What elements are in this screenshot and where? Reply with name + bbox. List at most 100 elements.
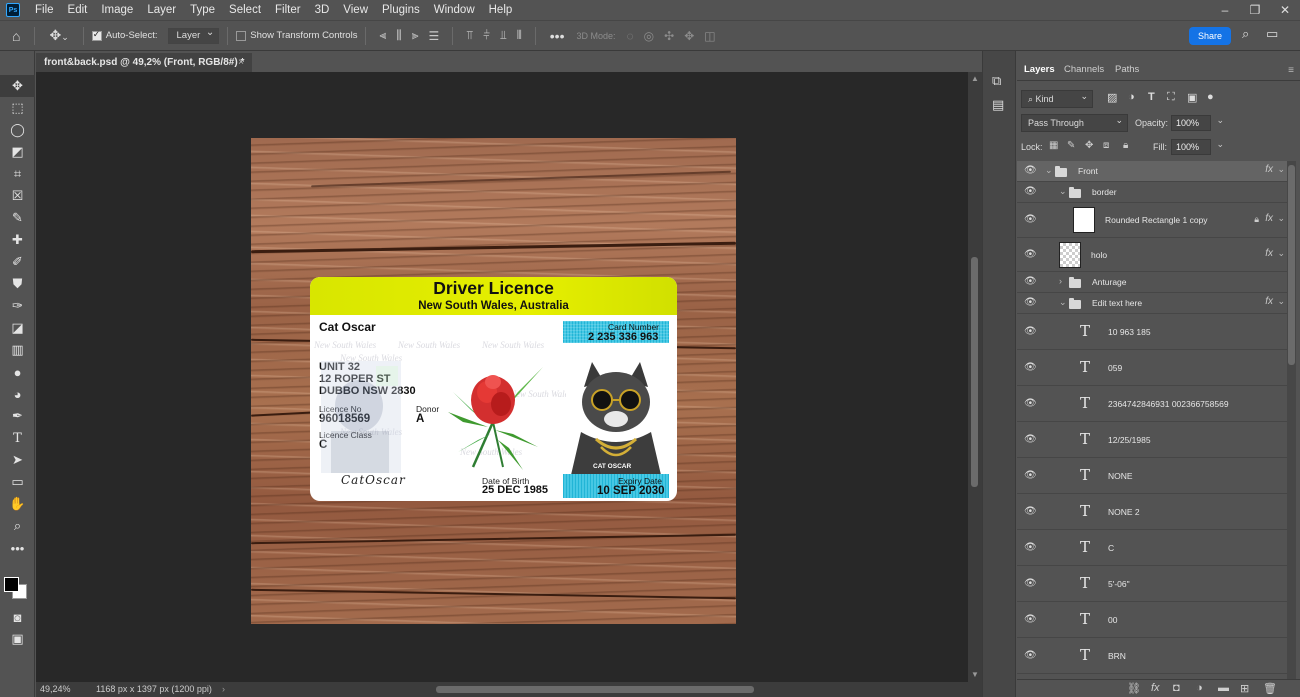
brush-tool-icon[interactable]: ✐ (0, 251, 35, 273)
foreground-color-swatch[interactable] (4, 577, 19, 592)
add-mask-icon[interactable]: ◘ (1173, 682, 1180, 694)
text-layer[interactable]: 👁︎ T 12/25/1985 (1017, 422, 1287, 458)
tab-layers[interactable]: Layers (1024, 59, 1055, 81)
pen-tool-icon[interactable]: ✒ (0, 405, 35, 427)
vertical-scrollbar[interactable]: ▲ ▼ (968, 72, 982, 682)
lock-transparent-icon[interactable]: ▦ (1049, 140, 1058, 151)
visibility-eye-icon[interactable]: 👁︎ (1024, 214, 1037, 225)
layer-edit-text-here[interactable]: 👁︎ ⌄ Edit text here fx ⌄ (1017, 293, 1287, 314)
eyedropper-tool-icon[interactable]: ✎ (0, 207, 35, 229)
layer-rounded-rectangle[interactable]: 👁︎ Rounded Rectangle 1 copy 🔒︎ fx ⌄ (1017, 203, 1287, 238)
move-tool-icon[interactable]: ✥ (0, 75, 35, 97)
adjustment-filter-icon[interactable]: ◑ (1128, 91, 1135, 103)
link-layers-icon[interactable]: ⛓ (1127, 682, 1141, 695)
fx-icon[interactable]: fx (1265, 164, 1273, 175)
healing-brush-tool-icon[interactable]: ✚ (0, 229, 35, 251)
filter-toggle-icon[interactable]: ● (1207, 91, 1214, 103)
lock-position-icon[interactable]: ✥ (1085, 140, 1093, 151)
restore-button[interactable]: ❐ (1240, 0, 1270, 20)
layer-front[interactable]: 👁︎ ⌄ Front fx ⌄ (1017, 161, 1287, 182)
menu-image[interactable]: Image (94, 0, 140, 20)
visibility-eye-icon[interactable]: 👁︎ (1024, 165, 1037, 176)
pan-3d-icon[interactable]: ✣ (664, 29, 674, 43)
workspace-icon[interactable]: ▭ (1266, 26, 1278, 42)
slide-3d-icon[interactable]: ✥ (684, 29, 694, 43)
chevron-down-icon[interactable]: ⌄ (1277, 248, 1285, 259)
lock-all-icon[interactable]: 🔒︎ (1123, 140, 1128, 151)
visibility-eye-icon[interactable]: 👁︎ (1024, 578, 1037, 589)
lock-artboard-icon[interactable]: ⧈ (1103, 140, 1109, 151)
home-icon[interactable]: ⌂ (12, 28, 20, 44)
fx-icon[interactable]: fx (1265, 213, 1273, 224)
shape-filter-icon[interactable]: ⛶ (1167, 91, 1175, 104)
menu-plugins[interactable]: Plugins (375, 0, 427, 20)
history-panel-icon[interactable]: ⧉ (992, 73, 1001, 89)
visibility-eye-icon[interactable]: 👁︎ (1024, 434, 1037, 445)
comments-panel-icon[interactable]: ▤ (992, 97, 1004, 113)
smart-object-filter-icon[interactable]: ▣ (1187, 91, 1197, 104)
new-group-icon[interactable]: ▬ (1218, 682, 1229, 694)
auto-select-target-dropdown[interactable]: Layer (167, 26, 220, 44)
text-layer[interactable]: 👁︎ T NONE 2 (1017, 494, 1287, 530)
layer-holo[interactable]: 👁︎ holo fx ⌄ (1017, 238, 1287, 272)
align-top-icon[interactable]: ⫪ (466, 28, 473, 43)
chevron-down-icon[interactable]: ⌄ (1277, 296, 1285, 307)
vertical-scroll-thumb[interactable] (971, 257, 978, 487)
horizontal-scrollbar[interactable] (236, 682, 982, 697)
chevron-down-icon[interactable]: ⌄ (1045, 165, 1053, 176)
distribute-icon[interactable]: ☰ (429, 29, 440, 43)
crop-tool-icon[interactable]: ⌗ (0, 163, 35, 185)
close-tab-icon[interactable]: × (238, 53, 244, 72)
text-layer[interactable]: 👁︎ T 10 963 185 (1017, 314, 1287, 350)
layers-scrollbar[interactable] (1287, 161, 1296, 681)
menu-type[interactable]: Type (183, 0, 222, 20)
visibility-eye-icon[interactable]: 👁︎ (1024, 326, 1037, 337)
align-right-icon[interactable]: ⫸ (412, 28, 419, 43)
document-tab[interactable]: front&back.psd @ 49,2% (Front, RGB/8#) *… (36, 53, 252, 72)
hand-tool-icon[interactable]: ✋ (0, 493, 35, 515)
dodge-tool-icon[interactable]: ◕ (0, 383, 35, 405)
screen-mode-icon[interactable]: ▣ (0, 628, 35, 650)
visibility-eye-icon[interactable]: 👁︎ (1024, 614, 1037, 625)
zoom-tool-icon[interactable]: ⌕ (0, 515, 35, 537)
menu-3d[interactable]: 3D (308, 0, 337, 20)
visibility-eye-icon[interactable]: 👁︎ (1024, 398, 1037, 409)
chevron-right-icon[interactable]: › (1059, 276, 1062, 286)
menu-layer[interactable]: Layer (140, 0, 183, 20)
frame-tool-icon[interactable]: ☒ (0, 185, 35, 207)
align-bottom-icon[interactable]: ⫫ (500, 28, 507, 43)
kind-filter-dropdown[interactable]: ⌕ Kind (1021, 88, 1093, 108)
panel-menu-icon[interactable]: ≡ (1288, 65, 1294, 76)
visibility-eye-icon[interactable]: 👁︎ (1024, 276, 1037, 287)
type-tool-icon[interactable]: T (0, 427, 35, 449)
new-layer-icon[interactable]: ⊞ (1240, 682, 1249, 695)
visibility-eye-icon[interactable]: 👁︎ (1024, 506, 1037, 517)
visibility-eye-icon[interactable]: 👁︎ (1024, 362, 1037, 373)
text-layer[interactable]: 👁︎ T BRN (1017, 638, 1287, 674)
blend-mode-dropdown[interactable]: Pass Through (1021, 112, 1128, 132)
object-select-tool-icon[interactable]: ◩ (0, 141, 35, 163)
horizontal-scroll-thumb[interactable] (436, 686, 754, 693)
align-hcenter-icon[interactable]: ⫼ (396, 28, 402, 43)
lock-image-icon[interactable]: ✎ (1067, 140, 1075, 151)
distribute-vertical-icon[interactable]: ⫴ (517, 28, 522, 43)
quick-mask-icon[interactable]: ◙ (0, 606, 35, 628)
menu-file[interactable]: File (28, 0, 61, 20)
menu-filter[interactable]: Filter (268, 0, 308, 20)
type-filter-icon[interactable]: T (1148, 91, 1155, 103)
menu-view[interactable]: View (336, 0, 375, 20)
marquee-tool-icon[interactable]: ⬚ (0, 97, 35, 119)
layer-border[interactable]: 👁︎ ⌄ border (1017, 182, 1287, 203)
layer-anturage[interactable]: 👁︎ › Anturage (1017, 272, 1287, 293)
edit-toolbar-icon[interactable]: ••• (0, 537, 35, 559)
auto-select-checkbox[interactable] (91, 29, 102, 41)
chevron-down-icon[interactable]: ⌄ (1277, 164, 1285, 175)
close-window-button[interactable]: ✕ (1270, 0, 1300, 20)
path-selection-tool-icon[interactable]: ➤ (0, 449, 35, 471)
chevron-down-icon[interactable]: ⌄ (1059, 186, 1067, 197)
scroll-up-icon[interactable]: ▲ (971, 74, 979, 83)
chevron-down-icon[interactable]: ⌄ (1059, 297, 1067, 308)
fx-icon[interactable]: fx (1151, 682, 1160, 694)
eraser-tool-icon[interactable]: ◪ (0, 317, 35, 339)
text-layer[interactable]: 👁︎ T NONE (1017, 458, 1287, 494)
